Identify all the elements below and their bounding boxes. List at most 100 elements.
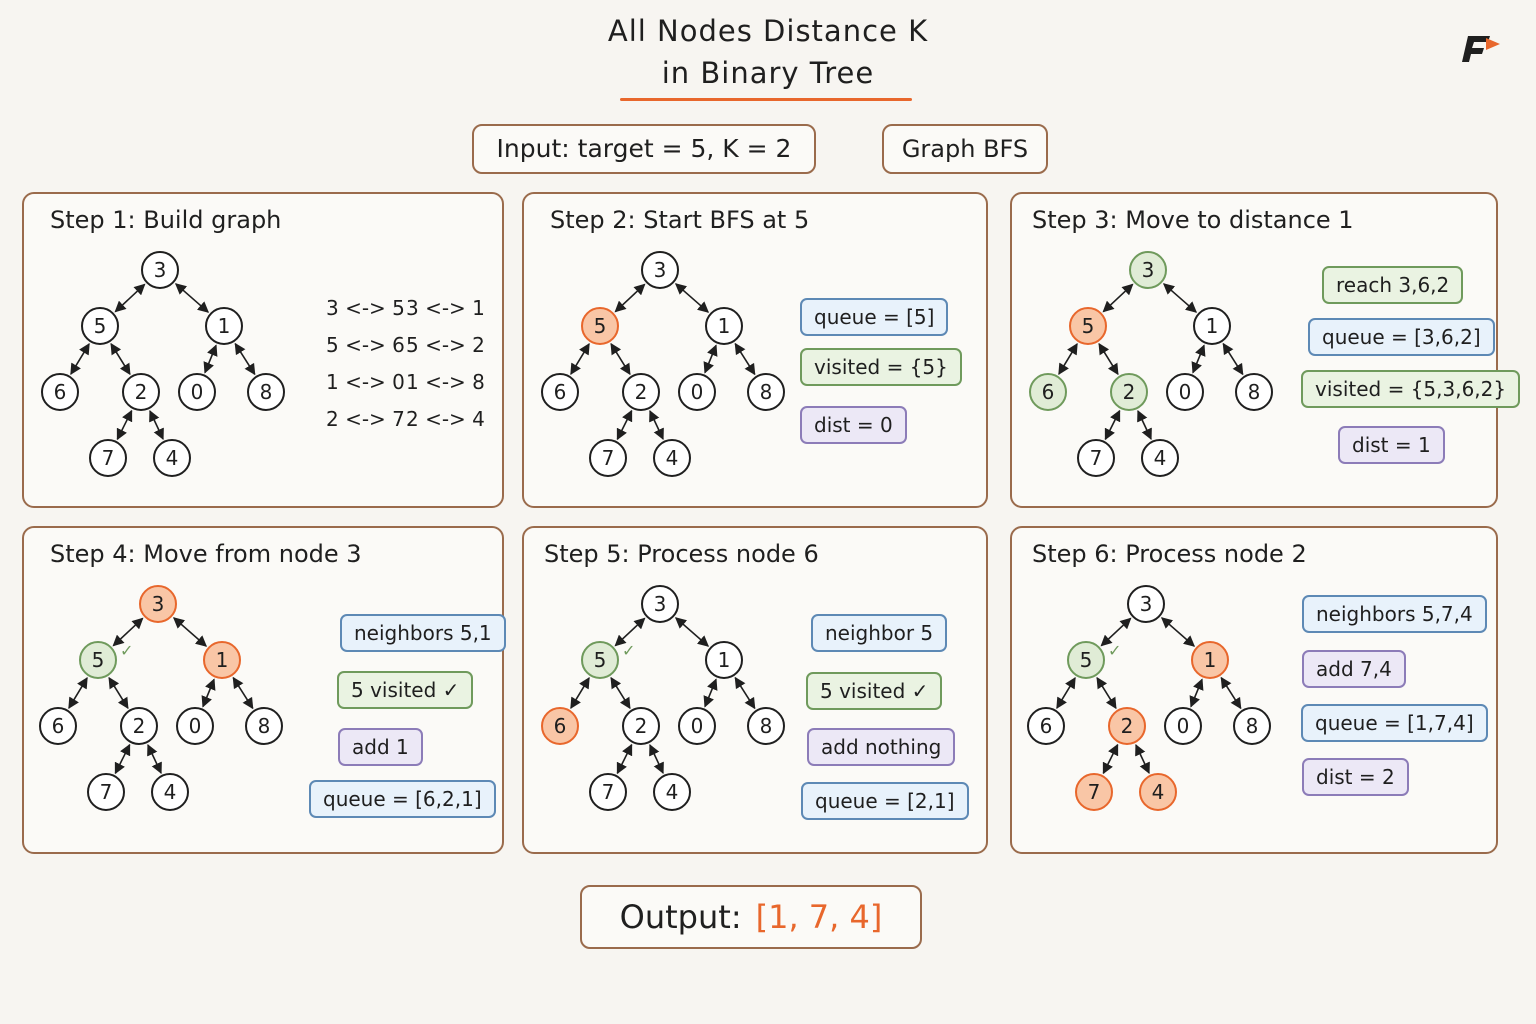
adjacency-entry: 3 <-> 1 <box>406 296 485 320</box>
tree-node-label: 8 <box>760 380 773 404</box>
tree-edge <box>610 676 631 710</box>
tree-node: 5 ✓ <box>79 641 133 679</box>
tree-node-label: 7 <box>602 780 615 804</box>
adjacency-entry: 3 <-> 5 <box>326 296 405 320</box>
adjacency-entry: 1 <-> 8 <box>406 370 485 394</box>
tree-node: 0 <box>678 373 716 411</box>
tree-node: 1 <box>203 641 241 679</box>
tree-edge <box>1104 409 1121 441</box>
step-5-tree: 35 ✓ 16 2 0 87 4 <box>541 585 785 811</box>
tree-edge <box>110 342 131 376</box>
tree-edge <box>674 283 710 313</box>
tree-node: 8 <box>1233 707 1271 745</box>
step-4-tree: 35 ✓ 16 2 0 87 4 <box>39 585 283 811</box>
tree-node: 1 <box>1193 307 1231 345</box>
tree-node-label: 8 <box>760 714 773 738</box>
tree-node-label: 8 <box>258 714 271 738</box>
tree-edge <box>570 343 590 375</box>
page-title-line-2: in Binary Tree <box>661 56 875 90</box>
tree-node: 3 <box>641 251 679 289</box>
tree-node: 3 <box>1127 585 1165 623</box>
tree-node: 2 <box>120 707 158 745</box>
tree-node: 8 <box>747 707 785 745</box>
tree-edge <box>570 677 590 709</box>
tree-edge <box>203 344 218 374</box>
tree-node-label: 5 <box>594 648 607 672</box>
tree-node-label: 1 <box>1206 314 1219 338</box>
tree-node: 1 <box>1191 641 1229 679</box>
status-tag: queue = [1,7,4] <box>1301 704 1488 742</box>
adjacency-row: 3 <-> 5 3 <-> 1 <box>326 296 486 333</box>
status-tag: queue = [2,1] <box>801 782 969 820</box>
tree-node: 5 <box>581 307 619 345</box>
tree-edge <box>649 743 664 775</box>
tree-edge <box>703 344 718 374</box>
tree-node: 8 <box>247 373 285 411</box>
visited-check-icon: ✓ <box>622 641 635 660</box>
tree-node-label: 4 <box>1152 780 1165 804</box>
tree-node-label: 5 <box>594 314 607 338</box>
status-tag: queue = [5] <box>800 298 949 336</box>
visited-check-icon: ✓ <box>120 641 133 660</box>
tree-node-label: 6 <box>1040 714 1053 738</box>
tree-node: 0 <box>178 373 216 411</box>
tree-node: 7 <box>87 773 125 811</box>
tree-edge <box>1058 343 1078 375</box>
tree-edge <box>174 283 210 313</box>
tree-node-label: 4 <box>1154 446 1167 470</box>
output-box: Output: [1, 7, 4] <box>580 885 922 949</box>
tree-node: 6 <box>1027 707 1065 745</box>
tree-edge <box>232 676 254 710</box>
tree-node: 8 <box>245 707 283 745</box>
tree-node-label: 7 <box>1090 446 1103 470</box>
step-5-title: Step 5: Process node 6 <box>544 540 819 568</box>
tree-node-label: 8 <box>260 380 273 404</box>
tree-node-label: 8 <box>1246 714 1259 738</box>
tree-node-label: 5 <box>92 648 105 672</box>
tree-edge <box>734 342 756 376</box>
tree-node-label: 7 <box>102 446 115 470</box>
tree-edge <box>234 342 256 376</box>
tree-node: 7 <box>589 439 627 477</box>
tree-node: 2 <box>622 373 660 411</box>
tree-node-label: 8 <box>1248 380 1261 404</box>
tree-node-label: 2 <box>135 380 148 404</box>
tree-node-label: 1 <box>718 648 731 672</box>
tree-edge <box>108 676 129 710</box>
tree-node: 3 <box>139 585 177 623</box>
tree-node-label: 3 <box>154 258 167 282</box>
tree-edge <box>68 677 88 709</box>
status-tag: add 7,4 <box>1302 650 1406 688</box>
tree-node: 2 <box>1110 373 1148 411</box>
tree-edge <box>616 409 633 441</box>
step-1-tree: 3 5 1 6 2 0 8 7 4 <box>41 251 285 477</box>
tree-node: 3 <box>1129 251 1167 289</box>
tree-node: 1 <box>705 641 743 679</box>
tree-edge <box>1160 617 1196 647</box>
tree-node-label: 3 <box>654 258 667 282</box>
tree-node: 4 <box>1141 439 1179 477</box>
tree-edge <box>172 617 208 647</box>
adjacency-entry: 5 <-> 6 <box>326 333 405 357</box>
step-1-title: Step 1: Build graph <box>50 206 282 234</box>
visited-check-icon: ✓ <box>1108 641 1121 660</box>
tree-node: 6 <box>541 373 579 411</box>
output-value: [1, 7, 4] <box>755 898 883 936</box>
step-6-title: Step 6: Process node 2 <box>1032 540 1307 568</box>
step-3-title: Step 3: Move to distance 1 <box>1032 206 1354 234</box>
status-tag: reach 3,6,2 <box>1322 266 1464 304</box>
adjacency-entry: 2 <-> 7 <box>326 407 405 431</box>
tree-node-label: 7 <box>1088 780 1101 804</box>
tree-node-label: 2 <box>635 714 648 738</box>
status-tag: dist = 2 <box>1302 758 1409 796</box>
tree-node: 5 ✓ <box>581 641 635 679</box>
status-tag: neighbors 5,1 <box>340 614 506 652</box>
tree-node-label: 6 <box>554 380 567 404</box>
tree-node-label: 2 <box>635 380 648 404</box>
tree-node: 5 <box>81 307 119 345</box>
tree-node-label: 7 <box>602 446 615 470</box>
tree-node-label: 3 <box>152 592 165 616</box>
adjacency-row: 2 <-> 7 2 <-> 4 <box>326 407 486 444</box>
tree-node: 5 ✓ <box>1067 641 1121 679</box>
status-tag: dist = 1 <box>1338 426 1445 464</box>
